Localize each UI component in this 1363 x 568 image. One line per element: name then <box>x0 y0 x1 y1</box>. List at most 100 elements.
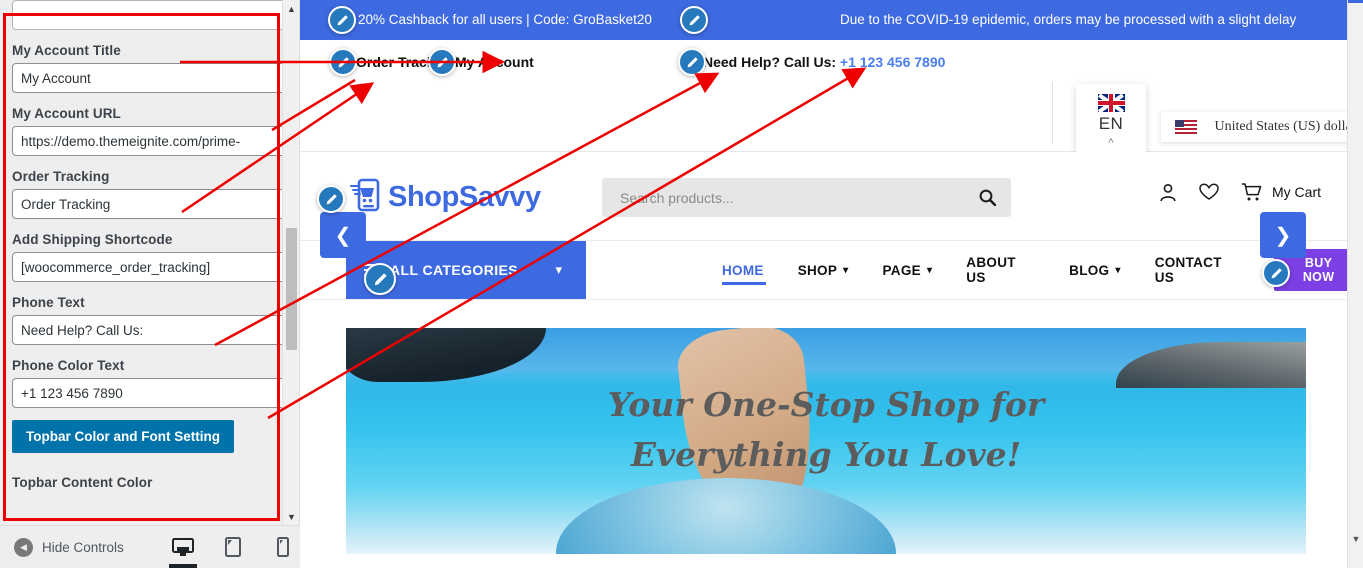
label-order-tracking: Order Tracking <box>12 169 110 184</box>
edit-pencil-logo-icon[interactable] <box>317 185 345 213</box>
site-logo[interactable]: ShopSavvy <box>350 178 541 217</box>
topbar-phone-block: Need Help? Call Us: +1 123 456 7890 <box>703 54 945 70</box>
customizer-footer: ◀ Hide Controls <box>0 525 300 568</box>
control-shipping-shortcode: Add Shipping Shortcode <box>12 232 288 282</box>
scroll-down-arrow-icon[interactable]: ▼ <box>1348 534 1363 544</box>
nav-item-contact-us[interactable]: CONTACT US <box>1138 241 1257 299</box>
site-preview: 20% Cashback for all users | Code: GroBa… <box>300 0 1363 568</box>
input-order-tracking[interactable] <box>12 189 288 219</box>
tablet-preview-icon[interactable] <box>220 532 246 562</box>
search-input[interactable] <box>602 189 963 206</box>
nav-item-about-us[interactable]: ABOUT US <box>949 241 1052 299</box>
input-shipping-shortcode[interactable] <box>12 252 288 282</box>
scroll-down-arrow-icon[interactable]: ▼ <box>283 508 300 525</box>
control-my-account-url: My Account URL <box>12 106 288 156</box>
chevron-down-icon: ▾ <box>843 264 849 276</box>
hero-prev-button[interactable]: ❮ <box>320 212 366 258</box>
header-actions: My Cart <box>1159 182 1321 202</box>
chevron-down-icon: ▾ <box>555 262 562 277</box>
mobile-preview-icon[interactable] <box>270 532 296 562</box>
input-phone-color-text[interactable] <box>12 378 288 408</box>
nav-item-label: ABOUT US <box>966 255 1016 285</box>
nav-item-label: BLOG <box>1069 262 1110 278</box>
heart-icon[interactable] <box>1199 183 1219 201</box>
hide-controls-label: Hide Controls <box>42 539 124 555</box>
topbar-phone-number[interactable]: +1 123 456 7890 <box>840 54 946 70</box>
control-my-account-title: My Account Title <box>12 43 288 93</box>
nav-item-label: PAGE <box>882 262 921 278</box>
customizer-screen: My Account Title My Account URL Order Tr… <box>0 0 1363 568</box>
input-phone-text[interactable] <box>12 315 288 345</box>
cart-icon <box>1241 182 1263 202</box>
sidebar-scrollbar-thumb[interactable] <box>286 228 297 350</box>
announcement-right-text: Due to the COVID-19 epidemic, orders may… <box>840 12 1297 27</box>
chevron-down-icon: ▾ <box>1115 264 1121 276</box>
nav-item-shop[interactable]: SHOP ▾ <box>781 241 866 299</box>
label-topbar-content-color: Topbar Content Color <box>12 475 153 490</box>
nav-item-label: SHOP <box>797 262 838 278</box>
nav-item-label: CONTACT US <box>1154 255 1222 285</box>
edit-pencil-phone-text-icon[interactable] <box>678 48 706 76</box>
search-icon <box>979 189 996 206</box>
hero-heading-line2: Everything You Love! <box>630 435 1022 474</box>
announcement-bar: 20% Cashback for all users | Code: GroBa… <box>300 0 1363 40</box>
edit-pencil-announcement-right-icon[interactable] <box>680 6 708 34</box>
topbar-color-font-setting-button[interactable]: Topbar Color and Font Setting <box>12 420 234 453</box>
previous-field-partial[interactable] <box>12 0 288 30</box>
site-header: ShopSavvy Search products... My Cart <box>300 152 1363 241</box>
hero-next-button[interactable]: ❯ <box>1260 212 1306 258</box>
topbar: Order Tracking My Account Need Help? Cal… <box>300 40 1363 167</box>
input-my-account-title[interactable] <box>12 63 288 93</box>
sidebar-scrollbar[interactable]: ▲ ▼ <box>282 0 299 525</box>
main-navigation: ALL CATEGORIES ▾ HOME SHOP ▾ PAGE ▾ ABOU… <box>300 241 1363 300</box>
preview-scrollbar-thumb[interactable] <box>1348 0 1363 3</box>
all-categories-label: ALL CATEGORIES <box>390 262 518 278</box>
desktop-preview-icon[interactable] <box>168 532 197 568</box>
control-phone-color-text: Phone Color Text <box>12 358 288 408</box>
us-flag-icon <box>1175 120 1197 134</box>
topbar-phone-text: Need Help? Call Us: <box>703 54 837 70</box>
edit-pencil-all-categories-icon[interactable] <box>364 263 396 295</box>
edit-pencil-order-tracking-icon[interactable] <box>329 48 357 76</box>
topbar-divider <box>1052 82 1053 144</box>
announcement-left-text: 20% Cashback for all users | Code: GroBa… <box>358 12 652 27</box>
input-my-account-url[interactable] <box>12 126 288 156</box>
language-code: EN <box>1098 114 1124 133</box>
currency-label: United States (US) dollar <box>1214 119 1357 134</box>
search-button[interactable] <box>963 178 1011 217</box>
hero-rock-left <box>346 328 546 382</box>
hero-hat <box>556 478 896 554</box>
edit-pencil-announcement-left-icon[interactable] <box>328 6 356 34</box>
label-phone-color-text: Phone Color Text <box>12 358 125 373</box>
label-my-account-url: My Account URL <box>12 106 121 121</box>
collapse-icon: ◀ <box>14 537 33 557</box>
hero-slider: Your One-Stop Shop for Everything You Lo… <box>346 328 1306 554</box>
chevron-down-icon: ▾ <box>926 264 933 276</box>
hero-heading: Your One-Stop Shop for Everything You Lo… <box>346 380 1306 480</box>
preview-scrollbar[interactable]: ▼ <box>1347 0 1363 568</box>
user-icon[interactable] <box>1159 183 1177 202</box>
customizer-panel: My Account Title My Account URL Order Tr… <box>0 0 300 525</box>
currency-switcher[interactable]: United States (US) dollar ▼ <box>1161 112 1363 142</box>
logo-text: ShopSavvy <box>388 181 541 213</box>
label-shipping-shortcode: Add Shipping Shortcode <box>12 232 173 247</box>
label-phone-text: Phone Text <box>12 295 85 310</box>
edit-pencil-buy-now-icon[interactable] <box>1262 259 1290 287</box>
scroll-up-arrow-icon[interactable]: ▲ <box>283 0 300 17</box>
nav-item-blog[interactable]: BLOG ▾ <box>1052 241 1138 299</box>
edit-pencil-my-account-icon[interactable] <box>428 48 456 76</box>
nav-item-page[interactable]: PAGE ▾ <box>866 241 950 299</box>
nav-item-home[interactable]: HOME <box>705 241 781 299</box>
chevron-up-icon: ^ <box>1108 137 1114 149</box>
search-bar <box>602 178 1011 217</box>
control-order-tracking: Order Tracking <box>12 169 288 219</box>
control-phone-text: Phone Text <box>12 295 288 345</box>
label-my-account-title: My Account Title <box>12 43 121 58</box>
customizer-sidebar: My Account Title My Account URL Order Tr… <box>0 0 300 568</box>
cart-label: My Cart <box>1272 184 1321 200</box>
topbar-my-account-link[interactable]: My Account <box>455 54 534 70</box>
uk-flag-icon <box>1097 94 1125 112</box>
hero-heading-line1: Your One-Stop Shop for <box>607 385 1045 424</box>
cart-button[interactable]: My Cart <box>1241 182 1321 202</box>
hide-controls-button[interactable]: ◀ Hide Controls <box>14 537 124 557</box>
